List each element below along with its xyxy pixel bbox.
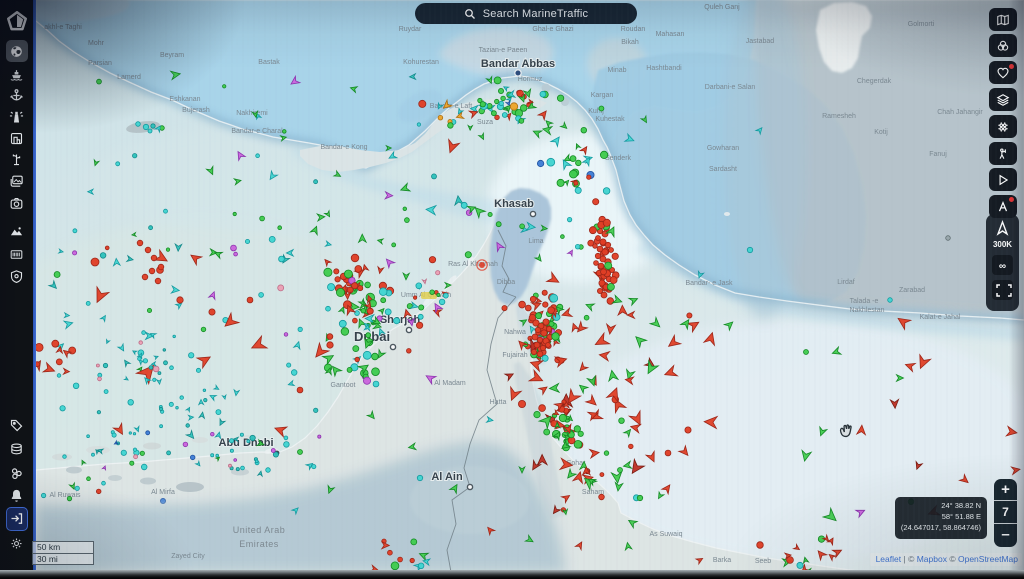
svg-text:Bikah: Bikah: [621, 39, 639, 46]
svg-text:Bujerash: Bujerash: [182, 107, 210, 114]
svg-text:Seeb: Seeb: [755, 558, 771, 565]
svg-text:Bastak: Bastak: [258, 59, 280, 66]
svg-text:Quleh Ganj: Quleh Ganj: [704, 4, 740, 11]
svg-text:Nahwa: Nahwa: [504, 329, 526, 336]
svg-text:Talada -e: Talada -e: [850, 298, 879, 305]
svg-text:Kargan: Kargan: [591, 92, 614, 99]
svg-text:Kohurestan: Kohurestan: [403, 59, 439, 66]
svg-text:Kalat-e Jahal: Kalat-e Jahal: [920, 314, 961, 321]
svg-text:∞: ∞: [999, 261, 1006, 272]
svg-text:akhl-e Taghi: akhl-e Taghi: [44, 24, 82, 31]
svg-text:Kotij: Kotij: [874, 129, 888, 136]
svg-text:Chegerdak: Chegerdak: [857, 78, 892, 85]
svg-text:Hatta: Hatta: [490, 399, 507, 406]
svg-text:Al Mirfa: Al Mirfa: [151, 489, 175, 496]
svg-text:Chah Jahangir: Chah Jahangir: [937, 109, 983, 116]
svg-text:Minab: Minab: [607, 67, 626, 74]
svg-text:Roudan: Roudan: [621, 26, 646, 33]
svg-text:Emirates: Emirates: [239, 539, 279, 549]
svg-text:Nakhlestan: Nakhlestan: [849, 307, 884, 314]
svg-text:Bandar- e Jask: Bandar- e Jask: [685, 280, 733, 287]
svg-text:Tazian-e Paeen: Tazian-e Paeen: [479, 47, 528, 54]
svg-text:300K: 300K: [993, 240, 1012, 249]
svg-text:Sardasht: Sardasht: [709, 166, 737, 173]
svg-text:United Arab: United Arab: [233, 525, 286, 535]
svg-text:Lirdaf: Lirdaf: [837, 279, 855, 286]
svg-text:Senderk: Senderk: [605, 155, 632, 162]
svg-text:Bandar-e Kong: Bandar-e Kong: [320, 144, 367, 151]
svg-text:Mahasan: Mahasan: [656, 31, 685, 38]
svg-text:Darbani-e Salan: Darbani-e Salan: [705, 84, 756, 91]
svg-text:Hashtbandi: Hashtbandi: [646, 65, 682, 72]
svg-text:Fujairah: Fujairah: [502, 352, 527, 359]
svg-text:Jastabad: Jastabad: [746, 38, 775, 45]
svg-text:Ras Al Khaimah: Ras Al Khaimah: [448, 261, 498, 268]
svg-text:As Suwaiq: As Suwaiq: [649, 531, 682, 538]
svg-text:Lima: Lima: [528, 238, 543, 245]
svg-text:Nakhiremi: Nakhiremi: [236, 110, 268, 117]
svg-text:Ramesheh: Ramesheh: [822, 113, 856, 120]
svg-text:Lamerd: Lamerd: [117, 74, 141, 81]
svg-text:Bandar-e Charak: Bandar-e Charak: [231, 128, 285, 135]
svg-text:Khasab: Khasab: [494, 198, 534, 210]
svg-text:Zarabad: Zarabad: [899, 287, 925, 294]
svg-text:Suza: Suza: [477, 119, 493, 126]
svg-text:Al Madam: Al Madam: [434, 380, 466, 387]
svg-text:Gowharan: Gowharan: [707, 145, 739, 152]
svg-text:Gantoot: Gantoot: [331, 382, 356, 389]
svg-text:Barka: Barka: [713, 557, 731, 564]
svg-text:Golmorti: Golmorti: [908, 21, 935, 28]
svg-text:Al Ain: Al Ain: [431, 471, 463, 483]
svg-text:Mohr: Mohr: [88, 40, 105, 47]
svg-text:Bandar Abbas: Bandar Abbas: [481, 58, 555, 70]
svg-text:Hormuz: Hormuz: [518, 76, 543, 83]
svg-text:Parsian: Parsian: [88, 60, 112, 67]
svg-text:Beyram: Beyram: [160, 52, 184, 59]
svg-text:Dibba: Dibba: [497, 279, 515, 286]
svg-text:Eshkanan: Eshkanan: [169, 96, 200, 103]
svg-text:Abu Dhabi: Abu Dhabi: [219, 437, 274, 449]
svg-text:Fanuj: Fanuj: [929, 151, 947, 158]
svg-text:Zayed City: Zayed City: [171, 553, 205, 560]
svg-text:Ruydar: Ruydar: [399, 26, 422, 33]
svg-text:Al Ruwais: Al Ruwais: [49, 492, 81, 499]
svg-text:Ghal-e Ghazi: Ghal-e Ghazi: [532, 26, 574, 33]
svg-text:Kuhestak: Kuhestak: [595, 116, 625, 123]
svg-text:Sharjah: Sharjah: [380, 314, 421, 326]
